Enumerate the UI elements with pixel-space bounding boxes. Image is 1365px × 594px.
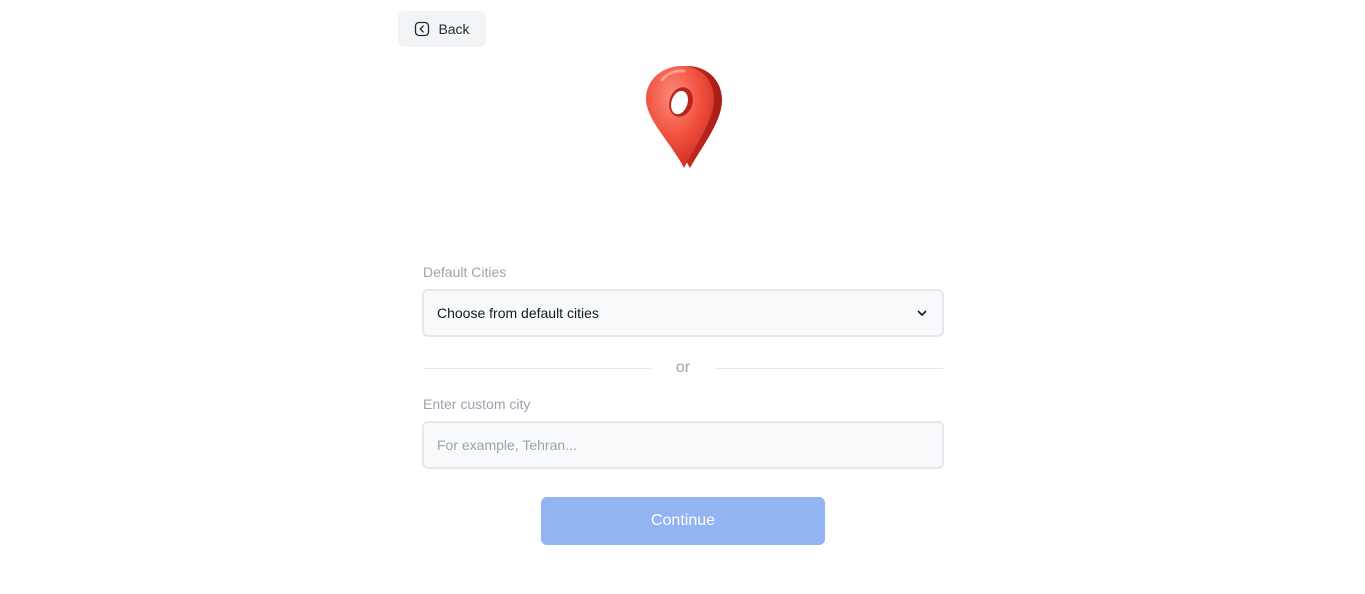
custom-city-label: Enter custom city bbox=[423, 396, 531, 412]
or-separator: or bbox=[675, 359, 691, 376]
chevron-down-icon bbox=[915, 306, 929, 320]
custom-city-input[interactable] bbox=[422, 421, 944, 469]
back-label: Back bbox=[438, 21, 470, 37]
default-cities-label: Default Cities bbox=[423, 264, 507, 280]
continue-button[interactable]: Continue bbox=[541, 497, 825, 545]
location-pin-icon bbox=[632, 62, 732, 174]
divider-right bbox=[715, 368, 943, 369]
divider-left bbox=[423, 368, 651, 369]
default-cities-value: Choose from default cities bbox=[437, 305, 599, 321]
chevron-left-icon bbox=[414, 21, 430, 37]
back-button[interactable]: Back bbox=[398, 11, 486, 47]
default-cities-select[interactable]: Choose from default cities bbox=[422, 289, 944, 337]
